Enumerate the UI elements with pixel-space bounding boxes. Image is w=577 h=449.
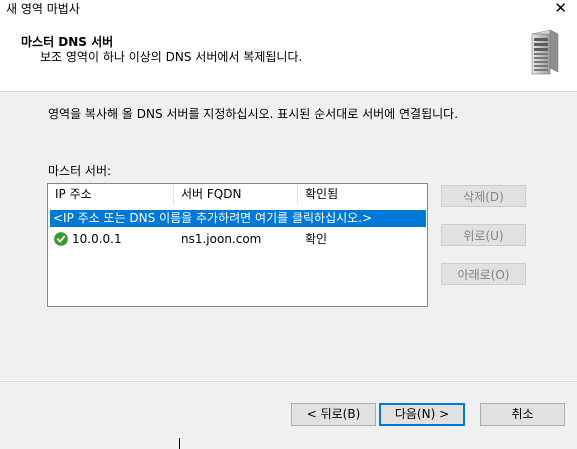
server-verified: 확인 [305, 232, 328, 246]
next-button[interactable]: 다음(N) > [379, 403, 465, 426]
title-bar: 새 영역 마법사 ✕ [0, 0, 577, 20]
table-row[interactable]: 10.0.0.1 ns1.joon.com 확인 [48, 230, 427, 248]
back-button[interactable]: < 뒤로(B) [291, 403, 376, 426]
master-servers-label: 마스터 서버: [48, 164, 112, 178]
server-fqdn: ns1.joon.com [181, 232, 262, 246]
wizard-header: 마스터 DNS 서버 보조 영역이 하나 이상의 DNS 서버에서 복제됩니다. [0, 20, 577, 90]
column-header-ip[interactable]: IP 주소 [48, 184, 174, 205]
wizard-body: 영역을 복사해 올 DNS 서버를 지정하십시오. 표시된 순서대로 서버에 연… [0, 92, 577, 380]
move-up-button[interactable]: 위로(U) [441, 224, 526, 246]
column-header-fqdn[interactable]: 서버 FQDN [174, 184, 298, 205]
instructions-text: 영역을 복사해 올 DNS 서버를 지정하십시오. 표시된 순서대로 서버에 연… [48, 107, 459, 121]
column-header-verified[interactable]: 확인됨 [298, 184, 427, 205]
move-down-button[interactable]: 아래로(O) [441, 263, 526, 285]
master-servers-list[interactable]: IP 주소 서버 FQDN 확인됨 <IP 주소 또는 DNS 이름을 추가하려… [47, 183, 428, 307]
text-cursor [179, 438, 180, 449]
server-icon [531, 29, 559, 75]
cancel-button[interactable]: 취소 [480, 403, 565, 426]
add-server-row[interactable]: <IP 주소 또는 DNS 이름을 추가하려면 여기를 클릭하십시오.> [49, 209, 427, 228]
check-icon [54, 232, 68, 246]
server-ip: 10.0.0.1 [72, 232, 122, 246]
delete-button[interactable]: 삭제(D) [441, 185, 526, 207]
page-subtitle: 보조 영역이 하나 이상의 DNS 서버에서 복제됩니다. [40, 50, 303, 64]
wizard-footer: < 뒤로(B) 다음(N) > 취소 [0, 382, 577, 449]
window-title: 새 영역 마법사 [6, 2, 80, 16]
close-icon[interactable]: ✕ [554, 0, 567, 17]
